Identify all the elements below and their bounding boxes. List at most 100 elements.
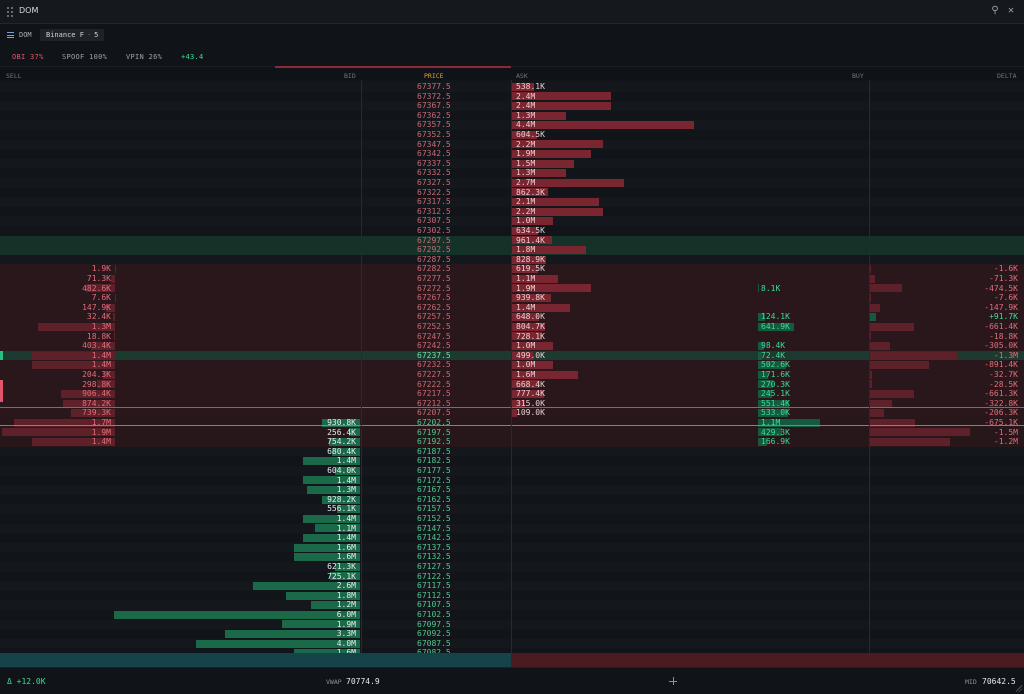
ladder-row[interactable]: 1.2M67107.5 xyxy=(0,600,1024,610)
ladder-row[interactable]: 906.4K67217.5777.4K245.1K-661.3K xyxy=(0,389,1024,399)
price-level[interactable]: 67352.5 xyxy=(417,130,451,140)
ladder-row[interactable]: 1.9K67282.5619.5K-1.6K xyxy=(0,264,1024,274)
price-level[interactable]: 67247.5 xyxy=(417,332,451,342)
price-level[interactable]: 67242.5 xyxy=(417,341,451,351)
crosshair-icon[interactable] xyxy=(669,677,677,685)
price-level[interactable]: 67337.5 xyxy=(417,159,451,169)
ladder-row[interactable]: 7.6K67267.5939.8K-7.6K xyxy=(0,293,1024,303)
price-level[interactable]: 67277.5 xyxy=(417,274,451,284)
ladder-row[interactable]: 621.3K67127.5 xyxy=(0,562,1024,572)
ladder-row[interactable]: 298.8K67222.5668.4K270.3K-28.5K xyxy=(0,380,1024,390)
ladder-row[interactable]: 147.9K67262.51.4M-147.9K xyxy=(0,303,1024,313)
ladder-row[interactable]: 67327.52.7M xyxy=(0,178,1024,188)
ladder-row[interactable]: 67332.51.3M xyxy=(0,168,1024,178)
ladder-row[interactable]: 680.4K67187.5 xyxy=(0,447,1024,457)
price-level[interactable]: 67232.5 xyxy=(417,360,451,370)
ladder-row[interactable]: 67287.5828.9K xyxy=(0,255,1024,265)
price-level[interactable]: 67142.5 xyxy=(417,533,451,543)
price-level[interactable]: 67132.5 xyxy=(417,552,451,562)
price-level[interactable]: 67097.5 xyxy=(417,620,451,630)
price-level[interactable]: 67377.5 xyxy=(417,82,451,92)
ladder-row[interactable]: 1.6M67132.5 xyxy=(0,552,1024,562)
resize-grip-icon[interactable] xyxy=(1015,685,1022,692)
price-level[interactable]: 67372.5 xyxy=(417,92,451,102)
ladder-row[interactable]: 67362.51.3M xyxy=(0,111,1024,121)
ladder-row[interactable]: 67297.5961.4K xyxy=(0,236,1024,246)
price-level[interactable]: 67342.5 xyxy=(417,149,451,159)
ladder-row[interactable]: 71.3K67277.51.1M-71.3K xyxy=(0,274,1024,284)
ladder-row[interactable]: 67317.52.1M xyxy=(0,197,1024,207)
ladder-row[interactable]: 67312.52.2M xyxy=(0,207,1024,217)
ladder-row[interactable]: 1.4M67142.5 xyxy=(0,533,1024,543)
price-level[interactable]: 67172.5 xyxy=(417,476,451,486)
price-level[interactable]: 67222.5 xyxy=(417,380,451,390)
price-level[interactable]: 67297.5 xyxy=(417,236,451,246)
ladder-row[interactable]: 1.4M67172.5 xyxy=(0,476,1024,486)
close-icon[interactable]: ✕ xyxy=(1004,4,1018,18)
price-level[interactable]: 67152.5 xyxy=(417,514,451,524)
price-level[interactable]: 67272.5 xyxy=(417,284,451,294)
ladder-row[interactable]: 67367.52.4M xyxy=(0,101,1024,111)
drag-handle-icon[interactable] xyxy=(6,6,15,17)
ladder-row[interactable]: 1.3M67252.5804.7K641.9K-661.4K xyxy=(0,322,1024,332)
price-level[interactable]: 67112.5 xyxy=(417,591,451,601)
price-level[interactable]: 67092.5 xyxy=(417,629,451,639)
price-level[interactable]: 67122.5 xyxy=(417,572,451,582)
ladder-row[interactable]: 2.6M67117.5 xyxy=(0,581,1024,591)
ladder-row[interactable]: 1.4M754.2K67192.5166.9K-1.2M xyxy=(0,437,1024,447)
ladder-row[interactable]: 67322.5862.3K xyxy=(0,188,1024,198)
ladder-row[interactable]: 928.2K67162.5 xyxy=(0,495,1024,505)
col-bid[interactable]: BID xyxy=(344,72,356,80)
ladder-row[interactable]: 204.3K67227.51.6M171.6K-32.7K xyxy=(0,370,1024,380)
ladder-row[interactable]: 67337.51.5M xyxy=(0,159,1024,169)
col-buy[interactable]: BUY xyxy=(852,72,864,80)
price-level[interactable]: 67117.5 xyxy=(417,581,451,591)
col-ask[interactable]: ASK xyxy=(516,72,528,80)
col-price[interactable]: PRICE xyxy=(424,72,444,80)
ladder-row[interactable]: 403.4K67242.51.0M98.4K-305.0K xyxy=(0,341,1024,351)
ladder-row[interactable]: 18.8K67247.5728.1K-18.8K xyxy=(0,332,1024,342)
price-level[interactable]: 67332.5 xyxy=(417,168,451,178)
ladder-row[interactable]: 1.4M67232.51.0M502.6K-891.4K xyxy=(0,360,1024,370)
price-level[interactable]: 67327.5 xyxy=(417,178,451,188)
ladder-row[interactable]: 67372.52.4M xyxy=(0,92,1024,102)
price-level[interactable]: 67227.5 xyxy=(417,370,451,380)
price-level[interactable]: 67367.5 xyxy=(417,101,451,111)
ladder-row[interactable]: 67357.54.4M xyxy=(0,120,1024,130)
ladder-row[interactable]: 1.4M67152.5 xyxy=(0,514,1024,524)
ladder-row[interactable]: 67347.52.2M xyxy=(0,140,1024,150)
price-level[interactable]: 67357.5 xyxy=(417,120,451,130)
price-level[interactable]: 67237.5 xyxy=(417,351,451,361)
ladder-row[interactable]: 67342.51.9M xyxy=(0,149,1024,159)
price-level[interactable]: 67307.5 xyxy=(417,216,451,226)
ladder-row[interactable]: 725.1K67122.5 xyxy=(0,572,1024,582)
ladder-row[interactable]: 1.9M256.4K67197.5429.3K-1.5M xyxy=(0,428,1024,438)
ladder-row[interactable]: 604.0K67177.5 xyxy=(0,466,1024,476)
ladder-row[interactable]: 67307.51.0M xyxy=(0,216,1024,226)
price-level[interactable]: 67362.5 xyxy=(417,111,451,121)
ladder-row[interactable]: 482.6K67272.51.9M8.1K-474.5K xyxy=(0,284,1024,294)
ladder-row[interactable]: 1.7M930.8K67202.51.1M-675.1K xyxy=(0,418,1024,428)
price-level[interactable]: 67137.5 xyxy=(417,543,451,553)
ladder-row[interactable]: 3.3M67092.5 xyxy=(0,629,1024,639)
price-level[interactable]: 67257.5 xyxy=(417,312,451,322)
ladder-row[interactable]: 1.3M67167.5 xyxy=(0,485,1024,495)
ladder-row[interactable]: 1.9M67097.5 xyxy=(0,620,1024,630)
symbol-selector[interactable]: Binance F·5 xyxy=(40,29,104,41)
ladder-row[interactable]: 4.0M67087.5 xyxy=(0,639,1024,649)
price-level[interactable]: 67177.5 xyxy=(417,466,451,476)
ladder-row[interactable]: 67292.51.8M xyxy=(0,245,1024,255)
price-level[interactable]: 67167.5 xyxy=(417,485,451,495)
price-level[interactable]: 67147.5 xyxy=(417,524,451,534)
ladder-row[interactable]: 67377.5538.1K xyxy=(0,82,1024,92)
col-delta[interactable]: DELTA xyxy=(997,72,1017,80)
price-level[interactable]: 67267.5 xyxy=(417,293,451,303)
ladder-row[interactable]: 1.8M67112.5 xyxy=(0,591,1024,601)
price-level[interactable]: 67202.5 xyxy=(417,418,451,428)
price-level[interactable]: 67217.5 xyxy=(417,389,451,399)
ladder-row[interactable]: 1.4M67182.5 xyxy=(0,456,1024,466)
ladder-row[interactable]: 32.4K67257.5648.0K124.1K+91.7K xyxy=(0,312,1024,322)
price-level[interactable]: 67087.5 xyxy=(417,639,451,649)
price-level[interactable]: 67187.5 xyxy=(417,447,451,457)
ladder-row[interactable]: 1.1M67147.5 xyxy=(0,524,1024,534)
